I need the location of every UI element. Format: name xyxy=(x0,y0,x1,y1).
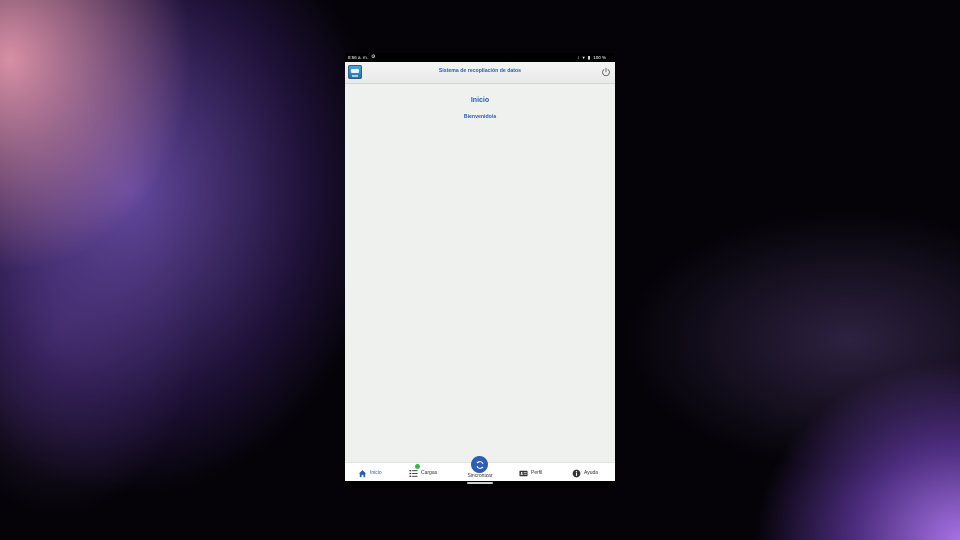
nav-item-inicio[interactable]: Inicio xyxy=(358,468,382,478)
wifi-icon: ▾ xyxy=(582,55,585,60)
home-icon xyxy=(358,469,367,477)
app-title: Sistema de recopilación de datos xyxy=(438,68,522,74)
sync-button[interactable] xyxy=(471,456,488,473)
app-window: Sistema de recopilación de datos Inicio … xyxy=(345,62,615,481)
battery-icon: ▮ xyxy=(587,55,591,60)
bottom-navigation: Inicio Cargas Sincronizar Perfil Ayuda xyxy=(345,456,615,481)
app-bar: Sistema de recopilación de datos xyxy=(345,62,615,84)
nav-label-inicio: Inicio xyxy=(370,470,382,476)
settings-gear-icon: ⚙ xyxy=(371,54,376,60)
nav-item-cargas[interactable]: Cargas xyxy=(409,464,438,478)
nav-item-perfil[interactable]: Perfil xyxy=(519,468,542,478)
nav-label-cargas: Cargas xyxy=(421,470,438,476)
info-icon xyxy=(572,469,581,477)
power-icon[interactable] xyxy=(601,67,611,77)
status-bar: 8:56 a. m. ⚙ ↕ ▾ ▮ 100 % xyxy=(345,53,615,62)
nav-label-sincronizar[interactable]: Sincronizar xyxy=(458,473,502,479)
list-icon xyxy=(409,469,418,477)
tablet-screen: 8:56 a. m. ⚙ ↕ ▾ ▮ 100 % Sistema de reco… xyxy=(345,53,615,488)
nav-label-perfil: Perfil xyxy=(531,470,543,476)
notification-badge xyxy=(415,464,420,469)
battery-level: 100 % xyxy=(593,55,606,60)
gesture-home-indicator[interactable] xyxy=(467,482,493,484)
id-card-icon xyxy=(519,470,528,476)
welcome-text: Bienvenido/a xyxy=(463,114,497,120)
nav-item-ayuda[interactable]: Ayuda xyxy=(572,468,598,478)
page-title: Inicio xyxy=(470,97,490,104)
status-time: 8:56 a. m. xyxy=(348,55,369,60)
sync-icon xyxy=(475,460,484,469)
nav-label-ayuda: Ayuda xyxy=(584,470,599,476)
vibrate-icon: ↕ xyxy=(577,55,580,60)
